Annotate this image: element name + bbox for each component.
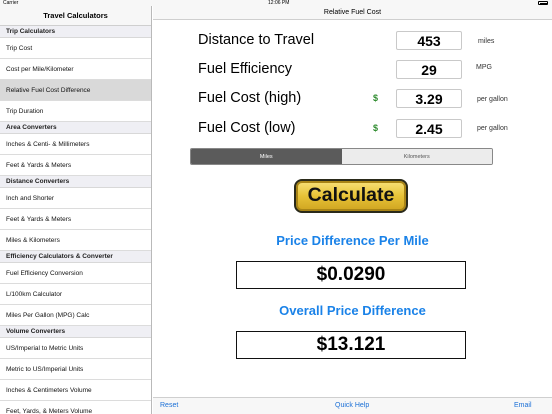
overall-result: $13.121 <box>236 331 466 359</box>
sidebar-item-area-feet[interactable]: Feet & Yards & Meters <box>0 155 151 176</box>
cost-low-unit: per gallon <box>477 125 508 132</box>
unit-segmented-control: Miles Kilometers <box>190 148 493 165</box>
cost-low-label: Fuel Cost (low) <box>198 120 296 136</box>
sidebar-item-fuel-efficiency[interactable]: Fuel Efficiency Conversion <box>0 263 151 284</box>
overall-title: Overall Price Difference <box>279 303 426 318</box>
sidebar-item-trip-duration[interactable]: Trip Duration <box>0 101 151 122</box>
cost-low-field[interactable]: 2.45 <box>396 119 462 138</box>
sidebar-item-inch-shorter[interactable]: Inch and Shorter <box>0 188 151 209</box>
email-button[interactable]: Email <box>514 402 532 409</box>
reset-button[interactable]: Reset <box>160 402 178 409</box>
sidebar-item-us-to-metric[interactable]: US/Imperial to Metric Units <box>0 338 151 359</box>
section-efficiency: Efficiency Calculators & Converter <box>0 251 151 263</box>
sidebar-title: Travel Calculators <box>0 6 151 26</box>
distance-unit: miles <box>478 38 495 45</box>
cost-high-field[interactable]: 3.29 <box>396 89 462 108</box>
sidebar-item-mpg-calc[interactable]: Miles Per Gallon (MPG) Calc <box>0 305 151 326</box>
sidebar: Travel Calculators Trip Calculators Trip… <box>0 6 152 414</box>
cost-high-currency: $ <box>373 93 379 103</box>
per-mile-result: $0.0290 <box>236 261 466 289</box>
sidebar-item-miles-km[interactable]: Miles & Kilometers <box>0 230 151 251</box>
sidebar-item-area-inches[interactable]: Inches & Centi- & Millimeters <box>0 134 151 155</box>
distance-label: Distance to Travel <box>198 32 315 48</box>
sidebar-item-relative-fuel-cost[interactable]: Relative Fuel Cost Difference <box>0 80 151 101</box>
efficiency-unit: MPG <box>476 64 492 71</box>
calculate-button[interactable]: Calculate <box>294 179 408 213</box>
sidebar-item-metric-to-us[interactable]: Metric to US/Imperial Units <box>0 359 151 380</box>
segment-kilometers[interactable]: Kilometers <box>341 149 492 164</box>
page-title: Relative Fuel Cost <box>153 6 552 20</box>
cost-low-currency: $ <box>373 123 379 133</box>
bottom-toolbar: Reset Quick Help Email <box>153 397 552 414</box>
sidebar-item-trip-cost[interactable]: Trip Cost <box>0 38 151 59</box>
sidebar-item-cost-per-mile[interactable]: Cost per Mile/Kilometer <box>0 59 151 80</box>
cost-high-label: Fuel Cost (high) <box>198 90 302 106</box>
section-area-converters: Area Converters <box>0 122 151 134</box>
cost-high-unit: per gallon <box>477 96 508 103</box>
efficiency-label: Fuel Efficiency <box>198 61 293 77</box>
quick-help-button[interactable]: Quick Help <box>335 402 369 409</box>
sidebar-item-l100km[interactable]: L/100km Calculator <box>0 284 151 305</box>
segment-miles[interactable]: Miles <box>191 149 342 164</box>
efficiency-field[interactable]: 29 <box>396 60 462 79</box>
section-trip-calculators: Trip Calculators <box>0 26 151 38</box>
section-distance-converters: Distance Converters <box>0 176 151 188</box>
section-volume-converters: Volume Converters <box>0 326 151 338</box>
sidebar-item-feet-volume[interactable]: Feet, Yards, & Meters Volume <box>0 401 151 414</box>
per-mile-title: Price Difference Per Mile <box>276 233 429 248</box>
battery-icon <box>538 1 548 5</box>
distance-field[interactable]: 453 <box>396 31 462 50</box>
sidebar-item-inches-volume[interactable]: Inches & Centimeters Volume <box>0 380 151 401</box>
sidebar-item-distance-feet[interactable]: Feet & Yards & Meters <box>0 209 151 230</box>
